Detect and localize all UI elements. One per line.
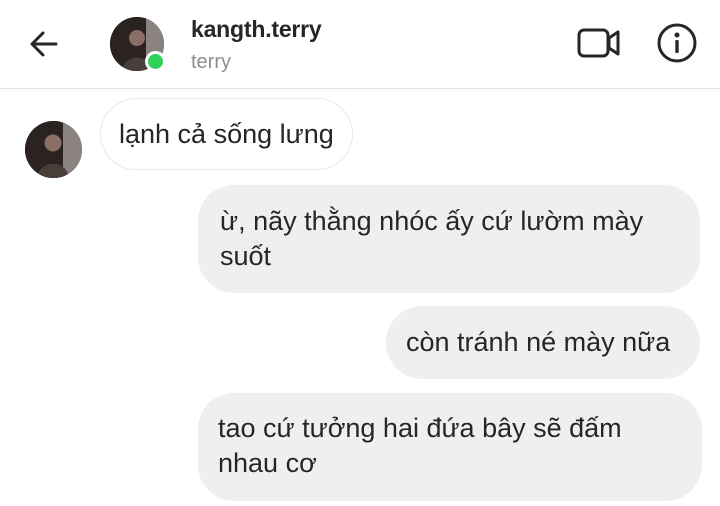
video-call-button[interactable] (574, 22, 624, 64)
video-camera-icon (577, 28, 620, 58)
message-bubble-outgoing[interactable]: tao cứ tưởng hai đứa bây sẽ đấm nhau cơ (198, 393, 702, 501)
message-bubble-outgoing[interactable]: còn tránh né mày nữa (386, 306, 700, 379)
chat-header: kangth.terry terry (0, 0, 720, 89)
chat-username[interactable]: kangth.terry (191, 16, 322, 43)
arrow-left-icon (30, 31, 58, 57)
message-bubble-outgoing[interactable]: ừ, nãy thằng nhóc ấy cứ lườm mày suốt (198, 185, 700, 293)
info-button[interactable] (654, 20, 700, 66)
info-icon (657, 23, 697, 63)
message-bubble-incoming[interactable]: lạnh cả sống lưng (100, 98, 353, 170)
online-status-indicator (145, 51, 166, 72)
sender-avatar[interactable] (25, 121, 82, 178)
profile-avatar[interactable] (110, 17, 166, 72)
chat-subname: terry (191, 51, 231, 73)
back-button[interactable] (26, 26, 62, 62)
